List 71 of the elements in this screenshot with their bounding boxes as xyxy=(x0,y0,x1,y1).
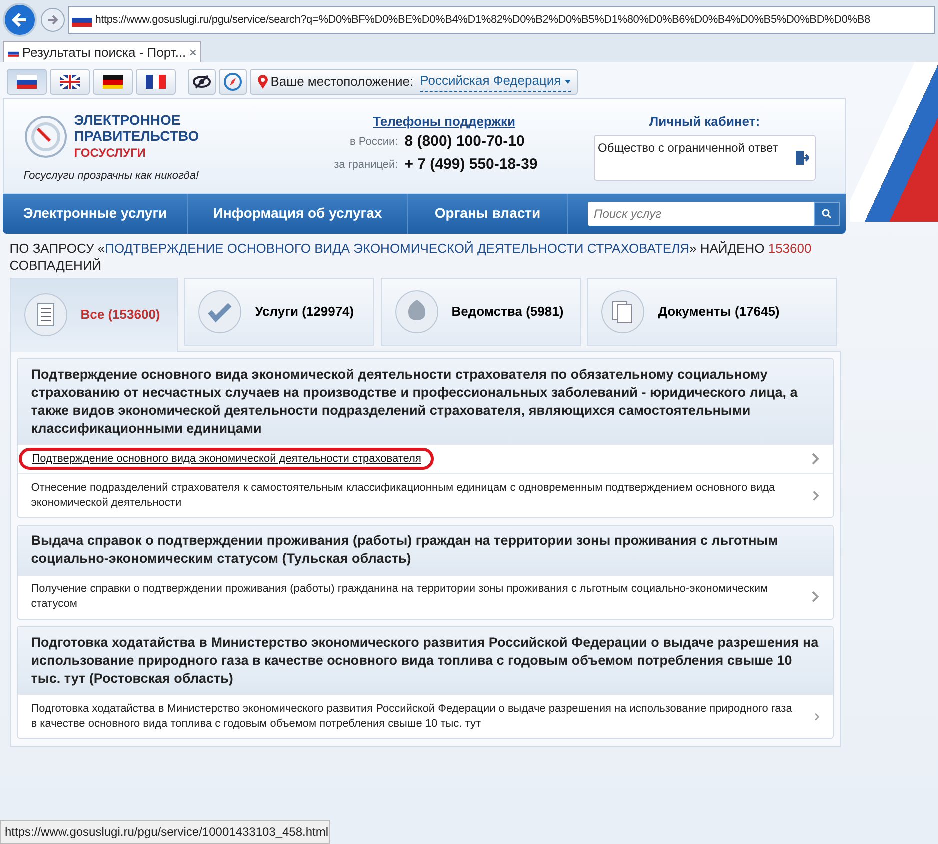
checkmark-icon xyxy=(198,290,242,334)
chevron-right-icon xyxy=(814,710,820,722)
search-field[interactable]: Поиск услуг xyxy=(588,202,814,226)
search-button[interactable] xyxy=(814,202,840,226)
group-title: Выдача справок о подтверждении проживания (работы) граждан на территории зоны проживания с льготным социально-экономическим статусом (Тульская область) xyxy=(18,526,833,574)
compass-icon xyxy=(224,72,242,90)
search-icon xyxy=(822,208,832,219)
cabinet-title: Личный кабинет: xyxy=(649,112,760,131)
service-link[interactable]: Подготовка ходатайства в Министерство экономического развития Российской Федерации о выдаче разрешения на использование природного газа в качестве основного вида топлива с годовым объемом потребления свыше 10 тыс. тут xyxy=(31,702,796,732)
nav-item[interactable]: Электронные услуги xyxy=(3,194,188,234)
logout-icon xyxy=(794,150,809,166)
organization-name: Общество с ограниченной ответ xyxy=(597,140,780,157)
language-button[interactable] xyxy=(50,68,90,94)
fr-flag-icon xyxy=(146,74,166,88)
service-link[interactable]: Отнесение подразделений страхователя к самостоятельным классификационным единицам с одновременным подтверждением основного вида экономической деятельности xyxy=(31,480,794,510)
back-button[interactable] xyxy=(3,3,38,38)
logo-emblem-icon xyxy=(24,114,68,159)
category-tab[interactable]: Ведомства (5981) xyxy=(380,278,581,346)
gb-flag-icon xyxy=(60,74,80,88)
phone-label: в России: xyxy=(350,135,398,150)
location-selector[interactable]: Ваше местоположение: Российская Федерация xyxy=(250,68,578,94)
accessibility-button[interactable] xyxy=(188,68,216,94)
support-phones-title: Телефоны поддержки xyxy=(372,112,516,131)
service-link[interactable]: Подтверждение основного вида экономической деятельности страхователя xyxy=(19,448,434,470)
result-item[interactable]: Подтверждение основного вида экономической деятельности страхователя xyxy=(18,444,833,473)
group-title: Подготовка ходатайства в Министерство экономического развития Российской Федерации о выдаче разрешения на использование природного газа в качестве основного вида топлива с годовым объемом потребления свыше 10 тыс. тут (Ростовская область) xyxy=(18,627,833,694)
category-tab[interactable]: Все (153600) xyxy=(10,278,178,352)
phone-number: 8 (800) 100-70-10 xyxy=(404,132,526,152)
logo-text: ПРАВИТЕЛЬСТВО xyxy=(74,128,200,144)
chevron-right-icon xyxy=(812,490,820,502)
status-bar: https://www.gosuslugi.ru/pgu/service/10001433103_458.html xyxy=(0,820,330,844)
forward-arrow-icon xyxy=(46,14,58,26)
location-pin-icon xyxy=(258,74,268,88)
category-tab[interactable]: Услуги (129974) xyxy=(184,278,374,346)
location-label: Ваше местоположение: xyxy=(270,72,414,91)
result-item[interactable]: Получение справки о подтверждении проживания (работы) гражданина на территории зоны проживания с льготным социально-экономическим статусом xyxy=(18,574,833,618)
query-prefix: ПО ЗАПРОСУ « xyxy=(10,241,106,256)
logo-text: ГОСУСЛУГИ xyxy=(74,144,147,162)
chevron-right-icon xyxy=(812,591,820,603)
list-icon xyxy=(24,293,68,337)
eye-icon xyxy=(192,74,210,88)
compass-button[interactable] xyxy=(218,68,247,94)
address-bar[interactable]: https://www.gosuslugi.ru/pgu/service/search?q=%D0%BF%D0%BE%D0%B4%D1%82%D0%B2%D0%B5%D1%80%D0%B6%D0%B4%D0%B5%D0%BD%D0%B8 xyxy=(68,6,935,34)
results-count: 153600 xyxy=(768,241,812,256)
phone-number: + 7 (499) 550-18-39 xyxy=(404,154,539,175)
result-item[interactable]: Отнесение подразделений страхователя к самостоятельным классификационным единицам с одновременным подтверждением основного вида экономической деятельности xyxy=(18,473,833,517)
results-suffix: СОВПАДЕНИЙ xyxy=(10,258,102,274)
de-flag-icon xyxy=(103,74,123,88)
documents-icon xyxy=(601,290,646,334)
close-tab-button[interactable]: × xyxy=(189,43,197,63)
results-found-label: » НАЙДЕНО xyxy=(689,241,765,256)
logo-text: ЭЛЕКТРОННОЕ xyxy=(74,112,182,128)
location-value[interactable]: Российская Федерация xyxy=(420,71,571,92)
cabinet-panel[interactable]: Общество с ограниченной ответ xyxy=(594,134,816,180)
emblem-icon xyxy=(394,290,439,334)
nav-item[interactable]: Органы власти xyxy=(408,194,568,234)
slogan: Госуслуги прозрачны как никогда! xyxy=(24,169,200,184)
caret-icon xyxy=(564,80,571,84)
phone-label: за границей: xyxy=(334,158,398,173)
language-button[interactable] xyxy=(136,68,176,94)
group-title: Подтверждение основного вида экономической деятельности страхователя по обязательному социальному страхованию от несчастных случаев на производстве и профессиональных заболеваний - юридического лица, а также видов экономической деятельности подразделений страхователя, являющихся самостоятельными классификационными единицами xyxy=(18,359,833,444)
service-link[interactable]: Получение справки о подтверждении проживания (работы) гражданина на территории зоны проживания с льготным социально-экономическим статусом xyxy=(31,582,792,612)
category-tab[interactable]: Документы (17645) xyxy=(587,278,838,346)
language-button[interactable] xyxy=(6,68,46,94)
search-query: ПОДТВЕРЖДЕНИЕ ОСНОВНОГО ВИДА ЭКОНОМИЧЕСКОЙ ДЕЯТЕЛЬНОСТИ СТРАХОВАТЕЛЯ xyxy=(105,241,690,256)
chevron-right-icon xyxy=(812,453,820,465)
ru-flag-icon xyxy=(16,74,36,88)
nav-item[interactable]: Информация об услугах xyxy=(188,194,408,234)
browser-tab[interactable]: Результаты поиска - Порт... × xyxy=(3,40,202,64)
language-button[interactable] xyxy=(93,68,133,94)
forward-button[interactable] xyxy=(40,8,64,32)
